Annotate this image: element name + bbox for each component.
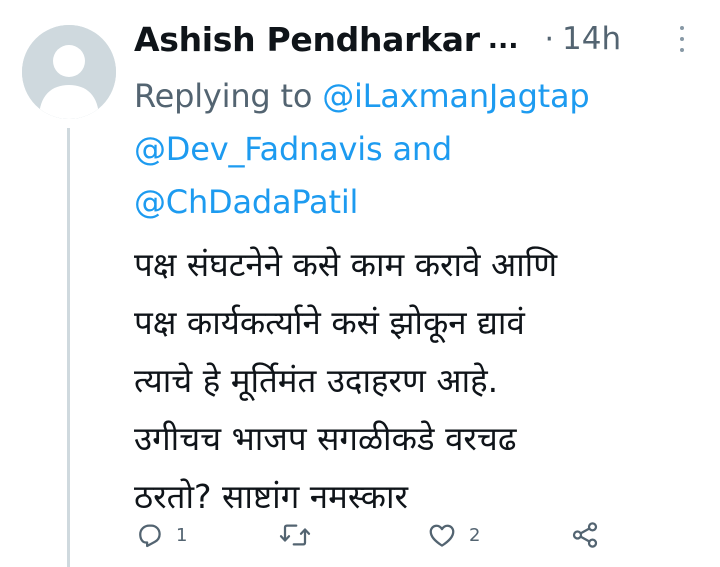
replying-to: Replying to @iLaxmanJagtap @Dev_Fadnavis… — [134, 70, 694, 229]
share-button[interactable] — [570, 520, 600, 550]
reply-icon — [139, 524, 161, 548]
name-ellipsis: ... — [487, 23, 519, 55]
tweet-text-line: त्याचे हे मूर्तिमंत उदाहरण आहे. — [134, 361, 499, 400]
more-options-icon[interactable] — [676, 22, 688, 58]
replying-to-label: Replying to — [134, 77, 323, 115]
avatar[interactable] — [22, 25, 116, 119]
tweet-text-line: उगीचच भाजप सगळीकडे वरचढ — [134, 419, 517, 458]
tweet-timestamp[interactable]: 14h — [562, 21, 621, 57]
separator-dot: · — [544, 21, 555, 57]
thread-line — [67, 128, 70, 567]
reply-button[interactable]: 1 — [134, 520, 187, 550]
and-others-link[interactable]: and — [392, 130, 452, 168]
mention-link-laxman[interactable]: @iLaxmanJagtap — [322, 77, 590, 115]
author-name[interactable]: Ashish Pendharkar — [134, 20, 480, 59]
reply-count: 1 — [176, 524, 188, 546]
tweet-header: Ashish Pendharkar ... · 14h — [134, 14, 694, 64]
like-count: 2 — [469, 524, 481, 546]
like-icon — [429, 524, 455, 547]
mention-link-fadnavis[interactable]: @Dev_Fadnavis — [134, 130, 383, 168]
default-avatar-icon — [22, 25, 116, 119]
tweet-text-line: ठरतो? साष्टांग नमस्कार — [134, 477, 409, 516]
like-button[interactable]: 2 — [427, 520, 480, 550]
tweet-text: पक्ष संघटनेने कसे काम करावे आणि पक्ष कार… — [134, 236, 714, 526]
share-icon — [572, 522, 598, 548]
tweet-text-line: पक्ष संघटनेने कसे काम करावे आणि — [134, 245, 558, 284]
retweet-icon — [279, 524, 311, 546]
tweet-actions: 1 2 — [134, 520, 714, 560]
tweet-text-line: पक्ष कार्यकर्त्याने कसं झोकून द्यावं — [134, 303, 525, 342]
mention-link-chdadapatil[interactable]: @ChDadaPatil — [134, 183, 358, 221]
retweet-button[interactable] — [278, 520, 324, 550]
